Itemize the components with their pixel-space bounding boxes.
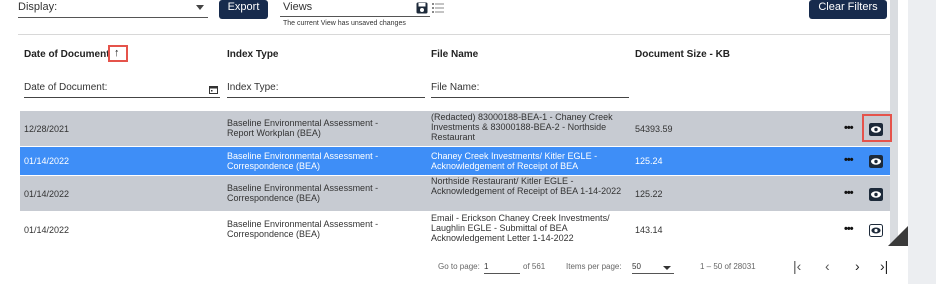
cell-file-name[interactable]: Email - Erickson Chaney Creek Investment… [431, 213, 631, 243]
documents-page: { "toolbar": { "display_label": "Display… [0, 0, 936, 284]
items-per-page-label: Items per page: [566, 262, 622, 271]
cell-index-type: Baseline Environmental Assessment - Repo… [227, 118, 379, 138]
table-row[interactable]: 01/14/2022 Baseline Environmental Assess… [20, 147, 890, 175]
items-per-page-value: 50 [632, 262, 641, 271]
cell-size: 125.24 [635, 156, 663, 166]
cell-index-type: Baseline Environmental Assessment - Corr… [227, 183, 379, 203]
table-row[interactable]: 01/14/2022 Baseline Environmental Assess… [20, 176, 890, 211]
index-type-filter-input[interactable]: Index Type: [227, 82, 425, 98]
arrow-up-icon: ↑ [114, 47, 120, 59]
cell-size: 125.22 [635, 189, 663, 199]
cell-date: 01/14/2022 [24, 225, 70, 235]
list-views-icon[interactable] [432, 2, 444, 14]
caret-down-icon [196, 5, 204, 10]
view-document-icon[interactable] [869, 224, 883, 237]
header-date-of-document[interactable]: Date of Document [24, 49, 110, 60]
items-per-page-select[interactable]: 50 [632, 260, 674, 274]
unsaved-changes-note: The current View has unsaved changes [283, 20, 406, 27]
more-actions-icon[interactable]: ••• [844, 223, 854, 235]
view-document-icon[interactable] [869, 188, 883, 201]
first-page-icon[interactable]: |‹ [793, 258, 801, 274]
save-view-icon[interactable] [416, 2, 428, 14]
header-document-size[interactable]: Document Size - KB [635, 49, 730, 60]
display-select[interactable]: Display: [18, 0, 208, 18]
last-page-icon[interactable]: ›| [880, 258, 888, 274]
header-index-type[interactable]: Index Type [227, 49, 279, 60]
cell-file-name[interactable]: Northside Restaurant/ Kitler EGLE - Ackn… [431, 176, 627, 196]
sort-ascending-button[interactable]: ↑ [108, 45, 128, 62]
page-scrollbar-track[interactable] [908, 0, 936, 284]
cell-date: 12/28/2021 [24, 124, 70, 134]
toolbar-divider [18, 34, 890, 35]
previous-page-icon[interactable]: ‹ [825, 258, 830, 274]
goto-page-label: Go to page: [438, 262, 480, 271]
cell-size: 143.14 [635, 225, 663, 235]
cell-date: 01/14/2022 [24, 189, 70, 199]
range-text: 1 – 50 of 28031 [700, 262, 756, 271]
more-actions-icon[interactable]: ••• [844, 187, 854, 199]
export-button[interactable]: Export [219, 0, 268, 19]
date-filter-input[interactable]: Date of Document: [24, 82, 220, 98]
display-select-label: Display: [18, 1, 58, 13]
view-document-highlight [862, 114, 892, 142]
cell-date: 01/14/2022 [24, 156, 70, 166]
cell-index-type: Baseline Environmental Assessment - Corr… [227, 151, 379, 171]
cell-file-name[interactable]: Chaney Creek Investments/ Kitler EGLE - … [431, 151, 619, 171]
resize-handle-icon[interactable] [888, 226, 908, 246]
cell-index-type: Baseline Environmental Assessment - Corr… [227, 219, 379, 239]
table-row[interactable]: 12/28/2021 Baseline Environmental Assess… [20, 111, 890, 146]
views-label: Views [283, 1, 313, 13]
next-page-icon[interactable]: › [855, 258, 860, 274]
header-file-name[interactable]: File Name [431, 49, 478, 60]
table-row[interactable]: 01/14/2022 Baseline Environmental Assess… [20, 212, 890, 246]
cell-file-name[interactable]: (Redacted) 83000188-BEA-1 - Chaney Creek… [431, 112, 619, 142]
view-document-icon[interactable] [869, 155, 883, 168]
more-actions-icon[interactable]: ••• [844, 122, 854, 134]
caret-down-icon [663, 266, 671, 270]
views-select[interactable]: Views [280, 0, 430, 17]
goto-page-input[interactable]: 1 [484, 260, 520, 274]
page-count: of 561 [523, 262, 546, 271]
cell-size: 54393.59 [635, 124, 673, 134]
more-actions-icon[interactable]: ••• [844, 154, 854, 166]
calendar-icon[interactable] [209, 85, 218, 94]
clear-filters-button[interactable]: Clear Filters [809, 0, 887, 19]
file-name-filter-input[interactable]: File Name: [431, 82, 629, 98]
